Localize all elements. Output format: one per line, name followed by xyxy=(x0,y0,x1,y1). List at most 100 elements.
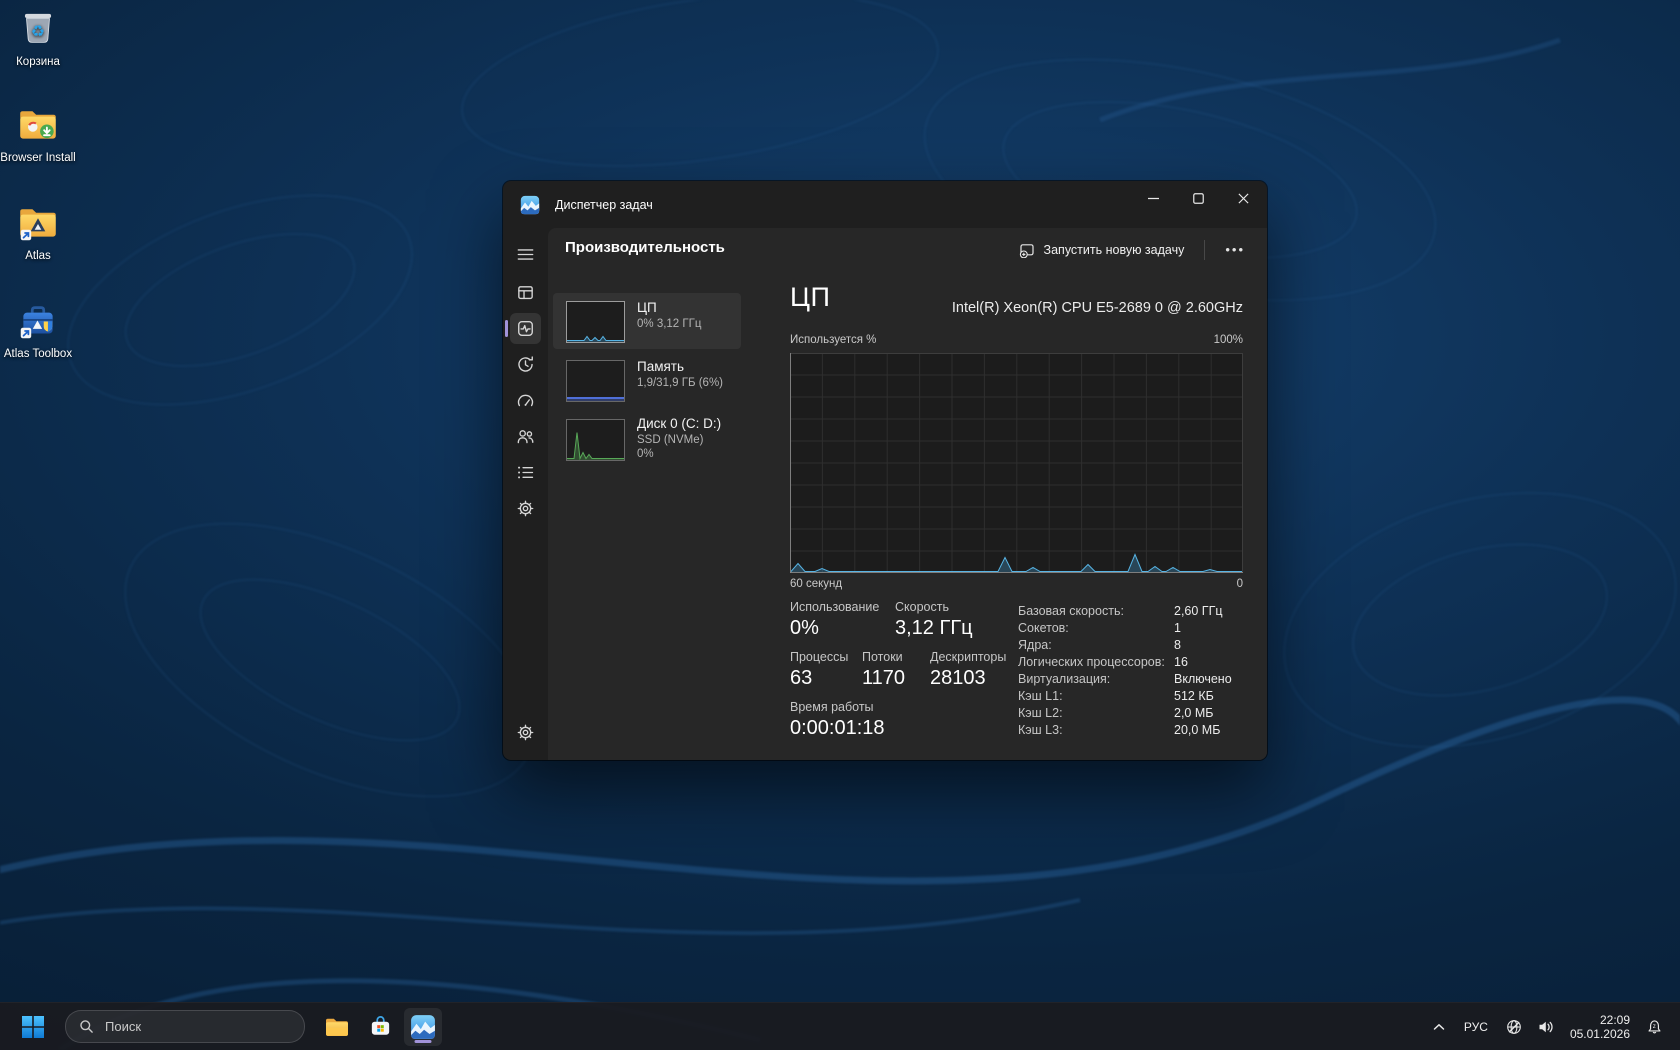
search-icon xyxy=(79,1019,94,1034)
spec-row: Кэш L2:2,0 МБ xyxy=(1018,704,1232,721)
perf-item-text: Память 1,9/31,9 ГБ (6%) xyxy=(637,359,723,389)
close-icon xyxy=(1238,193,1249,204)
tray-chevron-button[interactable] xyxy=(1425,1008,1453,1046)
start-button[interactable] xyxy=(14,1008,52,1046)
notification-center-button[interactable]: z xyxy=(1639,1008,1670,1046)
desktop-icon-atlas[interactable]: Atlas xyxy=(0,202,76,263)
processes-value: 63 xyxy=(790,667,812,690)
spec-value: 1 xyxy=(1174,621,1181,635)
volume-button[interactable] xyxy=(1531,1008,1561,1046)
speaker-icon xyxy=(1538,1019,1554,1035)
content-panel: Производительность Запустить новую задач… xyxy=(548,228,1267,760)
spec-label: Виртуализация: xyxy=(1018,672,1174,686)
chart-label-utilization: Используется % xyxy=(790,334,876,346)
threads-value: 1170 xyxy=(862,667,905,690)
sidebar-item-performance[interactable] xyxy=(510,313,541,344)
spec-value: 2,60 ГГц xyxy=(1174,604,1223,618)
more-options-button[interactable]: ••• xyxy=(1217,238,1253,261)
spec-label: Кэш L2: xyxy=(1018,706,1174,720)
new-task-icon xyxy=(1019,242,1035,258)
chart-label-100pct: 100% xyxy=(1214,334,1243,346)
cpu-mini-chart xyxy=(566,301,625,343)
uptime-value: 0:00:01:18 xyxy=(790,717,885,740)
taskbar-clock[interactable]: 22:09 05.01.2026 xyxy=(1570,1013,1630,1041)
search-input[interactable] xyxy=(103,1018,247,1035)
spec-row: Виртуализация:Включено xyxy=(1018,670,1232,687)
run-new-task-label: Запустить новую задачу xyxy=(1044,243,1185,257)
spec-row: Кэш L3:20,0 МБ xyxy=(1018,721,1232,738)
spec-value: 16 xyxy=(1174,655,1188,669)
perf-item-title: Память xyxy=(637,359,723,374)
sidebar-item-services[interactable] xyxy=(510,493,541,524)
toolbox-shortcut-icon xyxy=(15,300,61,342)
chart-label-0: 0 xyxy=(1237,578,1243,590)
chart-label-60s: 60 секунд xyxy=(790,578,842,590)
sidebar-item-startup-apps[interactable] xyxy=(510,385,541,416)
services-gear-icon xyxy=(516,499,535,518)
maximize-icon xyxy=(1193,193,1204,204)
network-button[interactable] xyxy=(1499,1008,1529,1046)
minimize-button[interactable] xyxy=(1131,182,1176,215)
spec-label: Базовая скорость: xyxy=(1018,604,1174,618)
desktop-icon-recycle-bin[interactable]: ♻ Корзина xyxy=(0,8,76,69)
desktop-icon-label: Browser Install xyxy=(0,152,76,165)
sidebar-item-app-history[interactable] xyxy=(510,349,541,380)
window-controls xyxy=(1131,182,1266,215)
desktop-icon-label: Atlas xyxy=(0,250,76,263)
maximize-button[interactable] xyxy=(1176,182,1221,215)
minimize-icon xyxy=(1148,193,1159,204)
notification-bell-icon: z xyxy=(1646,1018,1663,1035)
sidebar-item-users[interactable] xyxy=(510,421,541,452)
perf-item-cpu[interactable]: ЦП 0% 3,12 ГГц xyxy=(553,293,741,349)
sidebar-item-processes[interactable] xyxy=(510,277,541,308)
sidebar-item-settings[interactable] xyxy=(510,717,541,748)
threads-label: Потоки xyxy=(862,650,903,664)
folder-shortcut-icon xyxy=(15,202,61,244)
microsoft-store-icon xyxy=(368,1014,393,1039)
taskbar: РУС 22:09 05.01.2026 xyxy=(0,1002,1680,1050)
run-new-task-button[interactable]: Запустить новую задачу xyxy=(1011,237,1193,263)
app-history-icon xyxy=(516,355,535,374)
perf-item-disk[interactable]: Диск 0 (C: D:) SSD (NVMe) 0% xyxy=(553,411,741,477)
taskbar-search[interactable] xyxy=(65,1010,305,1043)
desktop-icon-atlas-toolbox[interactable]: Atlas Toolbox xyxy=(0,300,76,361)
spec-value: 512 КБ xyxy=(1174,689,1214,703)
spec-label: Кэш L3: xyxy=(1018,723,1174,737)
spec-label: Ядра: xyxy=(1018,638,1174,652)
perf-item-subtitle2: 0% xyxy=(637,448,721,460)
task-manager-icon xyxy=(410,1014,436,1040)
handles-value: 28103 xyxy=(930,667,986,690)
navigation-menu-button[interactable] xyxy=(510,239,541,270)
spec-value: 2,0 МБ xyxy=(1174,706,1213,720)
file-explorer-button[interactable] xyxy=(318,1008,356,1046)
usage-value: 0% xyxy=(790,617,819,640)
cpu-pane-title: ЦП xyxy=(790,282,830,313)
handles-label: Дескрипторы xyxy=(930,650,1006,664)
page-title: Производительность xyxy=(565,239,725,256)
perf-item-title: ЦП xyxy=(637,300,701,315)
windows-logo-icon xyxy=(22,1016,44,1038)
perf-item-subtitle: 0% 3,12 ГГц xyxy=(637,318,701,330)
task-manager-taskbar-button[interactable] xyxy=(404,1008,442,1046)
performance-icon xyxy=(516,319,535,338)
usage-label: Использование xyxy=(790,600,879,614)
spec-row: Ядра:8 xyxy=(1018,636,1232,653)
perf-item-text: Диск 0 (C: D:) SSD (NVMe) 0% xyxy=(637,416,721,460)
svg-text:z: z xyxy=(1653,1023,1656,1030)
disk-mini-chart xyxy=(566,419,625,461)
close-button[interactable] xyxy=(1221,182,1266,215)
network-globe-icon xyxy=(1506,1019,1522,1035)
desktop-icon-label: Корзина xyxy=(0,56,76,69)
spec-value: 20,0 МБ xyxy=(1174,723,1220,737)
desktop-icon-label: Atlas Toolbox xyxy=(0,348,76,361)
language-indicator[interactable]: РУС xyxy=(1455,1020,1497,1034)
perf-item-memory[interactable]: Память 1,9/31,9 ГБ (6%) xyxy=(553,352,741,408)
desktop-icon-browser-install[interactable]: Browser Install xyxy=(0,104,76,165)
settings-gear-icon xyxy=(516,723,535,742)
spec-row: Базовая скорость:2,60 ГГц xyxy=(1018,602,1232,619)
microsoft-store-button[interactable] xyxy=(361,1008,399,1046)
cpu-specs: Базовая скорость:2,60 ГГцСокетов:1Ядра:8… xyxy=(1018,602,1232,738)
sidebar-item-details[interactable] xyxy=(510,457,541,488)
memory-mini-chart xyxy=(566,360,625,402)
taskbar-tray: РУС 22:09 05.01.2026 xyxy=(1425,1008,1670,1046)
